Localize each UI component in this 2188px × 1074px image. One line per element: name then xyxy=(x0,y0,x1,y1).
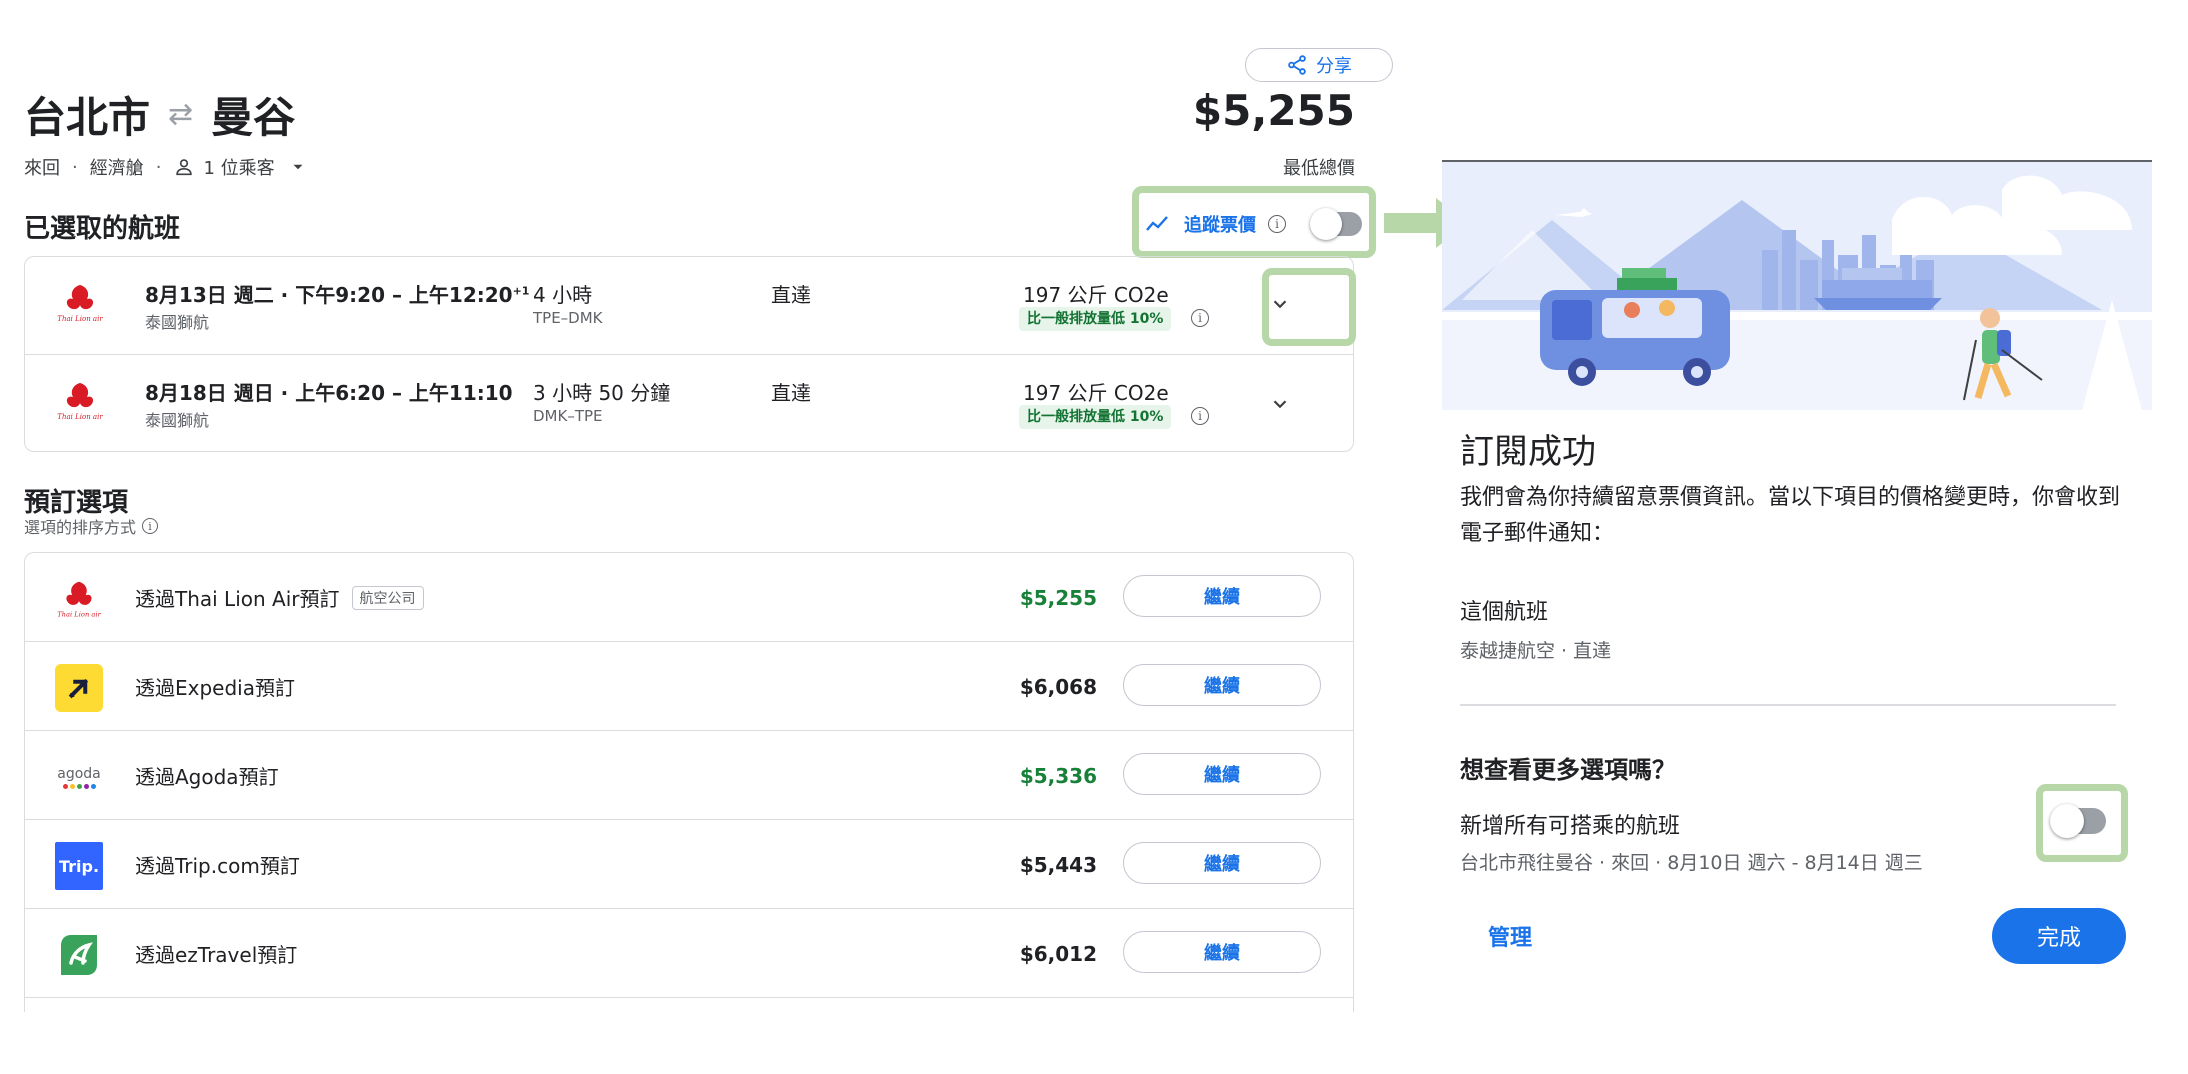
flight-airline: 泰國獅航 xyxy=(145,313,210,332)
expand-button-highlight xyxy=(1262,268,1356,346)
flight-stops: 直達 xyxy=(771,381,811,405)
booking-option-row[interactable]: 透過ezTravel預訂 $6,012 繼續 xyxy=(25,909,1353,998)
caret-down-icon xyxy=(293,164,303,170)
booking-option-row[interactable]: agoda 透過Agoda預訂 $5,336 繼續 xyxy=(25,731,1353,820)
flight-route-code: TPE–DMK xyxy=(533,309,603,327)
thai-lion-air-logo: Thai Lion air xyxy=(57,383,103,421)
track-price-control[interactable]: 追蹤票價 i xyxy=(1142,204,1362,244)
trip-type: 來回 xyxy=(24,158,60,179)
continue-button[interactable]: 繼續 xyxy=(1123,842,1321,884)
booking-option-row[interactable]: 透過Expedia預訂 $6,068 繼續 xyxy=(25,642,1353,731)
booking-option-name: 透過Trip.com預訂 xyxy=(135,854,300,878)
flight-airline: 泰國獅航 xyxy=(145,411,210,430)
add-all-flights-label: 新增所有可搭乘的航班 xyxy=(1460,814,1681,839)
emission-badge: 比一般排放量低 10% xyxy=(1019,405,1172,429)
dialog-divider xyxy=(1460,704,2116,706)
trend-line-icon xyxy=(1146,216,1168,231)
agoda-logo: agoda xyxy=(55,753,103,801)
subscription-illustration xyxy=(1442,160,2152,410)
trip-com-logo: Trip. xyxy=(55,842,103,890)
selected-flights-card: Thai Lion air 8月13日 週二 · 下午9:20 – 上午12:2… xyxy=(24,256,1354,452)
done-button[interactable]: 完成 xyxy=(1992,908,2126,964)
selected-flights-title: 已選取的航班 xyxy=(24,214,181,244)
tracked-flight-title: 這個航班 xyxy=(1460,600,1549,625)
person-icon xyxy=(176,159,193,176)
total-price: $5,255 xyxy=(1192,86,1355,135)
booking-option-price: $5,336 xyxy=(1019,763,1097,788)
track-price-toggle[interactable] xyxy=(1310,208,1362,240)
info-icon[interactable]: i xyxy=(1268,215,1286,233)
eztravel-logo xyxy=(55,931,103,979)
manage-link[interactable]: 管理 xyxy=(1488,920,1532,952)
continue-button[interactable]: 繼續 xyxy=(1123,931,1321,973)
emission-badge: 比一般排放量低 10% xyxy=(1019,307,1172,331)
flight-duration: 4 小時 xyxy=(533,283,593,307)
flight-time: 8月18日 週日 · 上午6:20 – 上午11:10 xyxy=(145,381,513,405)
booking-option-name: 透過Thai Lion Air預訂 航空公司 xyxy=(135,553,424,642)
tracked-flight-subtitle: 泰越捷航空 · 直達 xyxy=(1460,640,1612,662)
route-title: 台北市 ⇄ 曼谷 xyxy=(24,86,295,142)
booking-option-name: 透過Expedia預訂 xyxy=(135,676,295,700)
flight-time: 8月13日 週二 · 下午9:20 – 上午12:20+1 xyxy=(145,283,530,307)
passenger-selector[interactable]: 1 位乘客 xyxy=(173,154,306,180)
share-label: 分享 xyxy=(1316,56,1352,77)
chevron-down-icon xyxy=(1273,400,1287,409)
thai-lion-air-logo: Thai Lion air xyxy=(57,285,103,323)
booking-option-name: 透過Agoda預訂 xyxy=(135,765,279,789)
booking-option-row[interactable]: Trip. 透過Trip.com預訂 $5,443 繼續 xyxy=(25,820,1353,909)
flight-duration: 3 小時 50 分鐘 xyxy=(533,381,671,405)
flight-stops: 直達 xyxy=(771,283,811,307)
booking-option-price: $6,012 xyxy=(1019,941,1097,966)
trip-meta: 來回 · 經濟艙 · 1 位乘客 xyxy=(24,154,307,180)
destination-city: 曼谷 xyxy=(211,92,296,142)
swap-arrows-icon: ⇄ xyxy=(168,96,194,132)
expedia-logo xyxy=(55,664,103,712)
flight-route-code: DMK–TPE xyxy=(533,407,603,425)
dialog-title: 訂閱成功 xyxy=(1460,432,1596,472)
info-icon: i xyxy=(142,518,159,534)
flight-co2: 197 公斤 CO2e xyxy=(1023,283,1169,307)
sort-method-link[interactable]: 選項的排序方式 i xyxy=(24,514,159,538)
flight-row[interactable]: Thai Lion air 8月18日 週日 · 上午6:20 – 上午11:1… xyxy=(25,354,1353,451)
add-all-flights-toggle[interactable] xyxy=(2050,804,2106,838)
lowest-price-label: 最低總價 xyxy=(1283,158,1355,179)
track-price-label: 追蹤票價 xyxy=(1184,215,1256,236)
airline-tag: 航空公司 xyxy=(351,585,424,610)
origin-city: 台北市 xyxy=(24,92,151,142)
dialog-description: 我們會為你持續留意票價資訊。當以下項目的價格變更時，你會收到電子郵件通知： xyxy=(1460,485,2121,546)
share-button[interactable]: 分享 xyxy=(1245,48,1393,82)
continue-button[interactable]: 繼續 xyxy=(1123,664,1321,706)
continue-button[interactable]: 繼續 xyxy=(1123,575,1321,617)
cabin-class: 經濟艙 xyxy=(89,158,144,179)
thai-lion-air-logo: Thai Lion air xyxy=(55,575,103,623)
expand-flight-button[interactable] xyxy=(1265,389,1295,419)
travel-illustration-icon xyxy=(1442,160,2152,410)
emission-info-icon[interactable]: i xyxy=(1191,407,1209,425)
svg-text:Thai Lion air: Thai Lion air xyxy=(57,413,103,421)
emission-info-icon[interactable]: i xyxy=(1191,309,1209,327)
booking-option-price: $5,443 xyxy=(1019,852,1097,877)
more-options-title: 想查看更多選項嗎？ xyxy=(1460,756,1676,784)
add-all-flights-subtitle: 台北市飛往曼谷 · 來回 · 8月10日 週六 - 8月14日 週三 xyxy=(1460,852,1923,874)
passenger-count: 1 位乘客 xyxy=(203,158,275,179)
booking-option-name: 透過ezTravel預訂 xyxy=(135,943,298,967)
flight-row[interactable]: Thai Lion air 8月13日 週二 · 下午9:20 – 上午12:2… xyxy=(25,257,1353,354)
svg-text:Thai Lion air: Thai Lion air xyxy=(57,315,103,323)
continue-button[interactable]: 繼續 xyxy=(1123,753,1321,795)
share-icon xyxy=(1288,55,1306,75)
booking-option-row[interactable]: Thai Lion air 透過Thai Lion Air預訂 航空公司 $5,… xyxy=(25,553,1353,642)
booking-option-price: $5,255 xyxy=(1019,585,1097,610)
booking-option-price: $6,068 xyxy=(1019,674,1097,699)
booking-options-card: Thai Lion air 透過Thai Lion Air預訂 航空公司 $5,… xyxy=(24,552,1354,1012)
flight-co2: 197 公斤 CO2e xyxy=(1023,381,1169,405)
svg-text:Thai Lion air: Thai Lion air xyxy=(57,610,101,618)
